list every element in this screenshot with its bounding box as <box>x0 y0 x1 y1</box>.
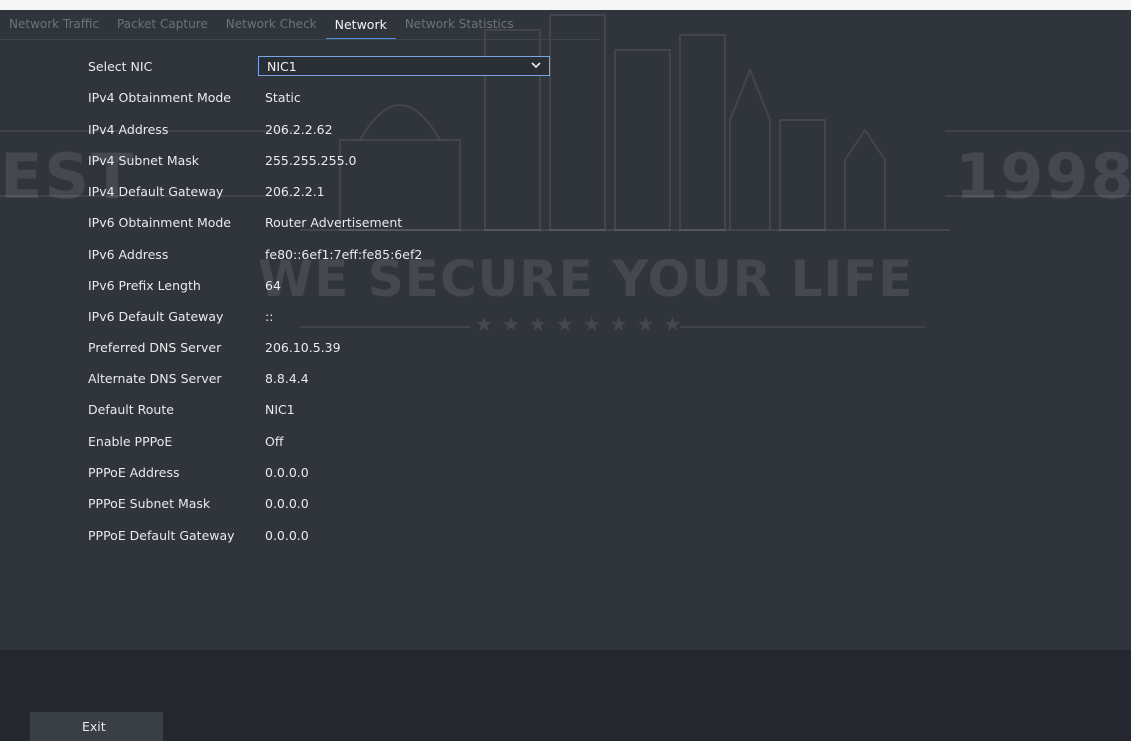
watermark-star-line-left <box>300 326 470 328</box>
watermark-star-line-right <box>680 326 925 328</box>
ipv6-prefix-value: 64 <box>265 278 281 293</box>
watermark-line-right <box>945 130 1131 132</box>
tab-packet-capture[interactable]: Packet Capture <box>108 14 217 37</box>
watermark-line-right-low <box>945 195 1131 197</box>
ipv6-mode-value: Router Advertisement <box>265 215 403 230</box>
preferred-dns-label: Preferred DNS Server <box>88 340 222 355</box>
ipv4-gateway-value: 206.2.2.1 <box>265 184 325 199</box>
footer-bar: Exit <box>0 650 1131 741</box>
ipv6-address-value: fe80::6ef1:7eff:fe85:6ef2 <box>265 247 423 262</box>
preferred-dns-value: 206.10.5.39 <box>265 340 341 355</box>
tab-network-check[interactable]: Network Check <box>217 14 326 37</box>
alternate-dns-value: 8.8.4.4 <box>265 371 309 386</box>
pppoe-address-value: 0.0.0.0 <box>265 465 309 480</box>
exit-button[interactable]: Exit <box>30 712 163 741</box>
select-nic-label: Select NIC <box>88 59 153 74</box>
tab-network-traffic[interactable]: Network Traffic <box>0 14 108 37</box>
pppoe-subnet-value: 0.0.0.0 <box>265 496 309 511</box>
tab-divider <box>0 39 600 40</box>
default-route-label: Default Route <box>88 402 174 417</box>
ipv4-address-label: IPv4 Address <box>88 122 169 137</box>
tab-network[interactable]: Network <box>325 14 396 40</box>
ipv4-address-value: 206.2.2.62 <box>265 122 333 137</box>
enable-pppoe-value: Off <box>265 434 284 449</box>
ipv6-address-label: IPv6 Address <box>88 247 169 262</box>
ipv6-gateway-value: :: <box>265 309 274 324</box>
pppoe-gateway-label: PPPoE Default Gateway <box>88 528 235 543</box>
nic-select-value: NIC1 <box>267 59 297 74</box>
ipv4-subnet-value: 255.255.255.0 <box>265 153 357 168</box>
ipv4-mode-value: Static <box>265 90 301 105</box>
ipv6-gateway-label: IPv6 Default Gateway <box>88 309 224 324</box>
ipv6-prefix-label: IPv6 Prefix Length <box>88 278 201 293</box>
ipv4-subnet-label: IPv4 Subnet Mask <box>88 153 200 168</box>
tab-network-statistics[interactable]: Network Statistics <box>396 14 523 37</box>
watermark-skyline-icon <box>300 14 950 231</box>
top-margin <box>0 0 1131 10</box>
ipv6-mode-label: IPv6 Obtainment Mode <box>88 215 231 230</box>
tab-bar: Network Traffic Packet Capture Network C… <box>0 14 523 40</box>
nic-select[interactable]: NIC1 <box>258 56 550 76</box>
pppoe-gateway-value: 0.0.0.0 <box>265 528 309 543</box>
ipv4-gateway-label: IPv4 Default Gateway <box>88 184 224 199</box>
enable-pppoe-label: Enable PPPoE <box>88 434 173 449</box>
network-window: EST 1998 WE SECURE YOUR LIFE ★★★★★★★★ Ne… <box>0 0 1131 741</box>
pppoe-address-label: PPPoE Address <box>88 465 180 480</box>
chevron-down-icon <box>531 62 541 69</box>
alternate-dns-label: Alternate DNS Server <box>88 371 222 386</box>
ipv4-mode-label: IPv4 Obtainment Mode <box>88 90 231 105</box>
default-route-value: NIC1 <box>265 402 295 417</box>
pppoe-subnet-label: PPPoE Subnet Mask <box>88 496 211 511</box>
